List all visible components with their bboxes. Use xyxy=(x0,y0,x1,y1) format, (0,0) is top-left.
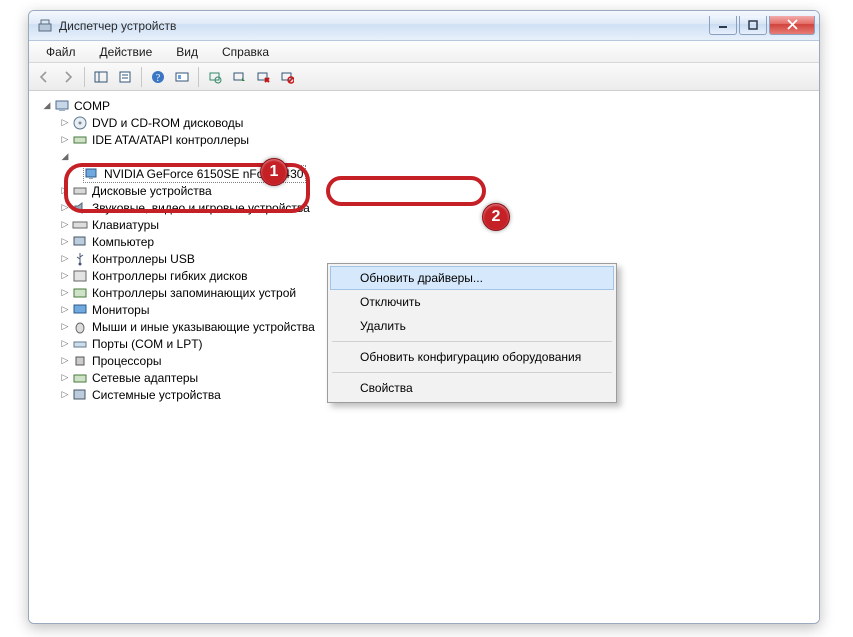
show-hidden-button[interactable] xyxy=(171,66,193,88)
floppy-controller-icon xyxy=(72,268,88,284)
context-menu: Обновить драйверы... Отключить Удалить О… xyxy=(327,263,617,403)
mouse-icon xyxy=(72,319,88,335)
tree-item-label: Контроллеры гибких дисков xyxy=(92,269,248,283)
tree-item-sound[interactable]: ▷ Звуковые, видео и игровые устройства xyxy=(41,199,819,216)
tree-item-nvidia-selected[interactable]: NVIDIA GeForce 6150SE nForce 430 xyxy=(41,165,819,182)
properties-button[interactable] xyxy=(114,66,136,88)
nav-back-button[interactable] xyxy=(33,66,55,88)
cpu-icon xyxy=(72,353,88,369)
tree-item-label: Компьютер xyxy=(92,235,154,249)
expand-icon[interactable]: ▷ xyxy=(59,185,71,197)
expand-icon[interactable]: ▷ xyxy=(59,389,71,401)
tree-item-video-adapters[interactable]: ◢ xyxy=(41,148,819,165)
network-icon xyxy=(72,370,88,386)
device-manager-window: Диспетчер устройств Файл Действие Вид Сп… xyxy=(28,10,820,624)
system-device-icon xyxy=(72,387,88,403)
minimize-button[interactable] xyxy=(709,16,737,35)
callout-badge-1: 1 xyxy=(260,158,288,186)
computer-icon xyxy=(72,234,88,250)
tree-item-label: Контроллеры USB xyxy=(92,252,195,266)
ctx-disable[interactable]: Отключить xyxy=(330,290,614,314)
tree-item-keyboards[interactable]: ▷ Клавиатуры xyxy=(41,216,819,233)
computer-icon xyxy=(54,98,70,114)
tree-root-label: COMP xyxy=(74,99,110,113)
expand-icon[interactable]: ▷ xyxy=(59,219,71,231)
nav-forward-button[interactable] xyxy=(57,66,79,88)
scan-hardware-button[interactable] xyxy=(204,66,226,88)
titlebar[interactable]: Диспетчер устройств xyxy=(29,11,819,41)
menu-action[interactable]: Действие xyxy=(89,41,164,63)
monitor-icon xyxy=(72,302,88,318)
window-title: Диспетчер устройств xyxy=(59,19,707,33)
ctx-separator xyxy=(332,341,612,342)
tree-root[interactable]: ◢ COMP xyxy=(41,97,819,114)
tree-item-label: Мониторы xyxy=(92,303,149,317)
ctx-separator xyxy=(332,372,612,373)
tree-item-label: DVD и CD-ROM дисководы xyxy=(92,116,243,130)
expand-icon[interactable]: ▷ xyxy=(59,338,71,350)
tree-item-label: Дисковые устройства xyxy=(92,184,212,198)
tree-item-label: Системные устройства xyxy=(92,388,221,402)
sound-icon xyxy=(72,200,88,216)
ctx-update-drivers[interactable]: Обновить драйверы... xyxy=(330,266,614,290)
show-hide-tree-button[interactable] xyxy=(90,66,112,88)
expand-icon[interactable]: ▷ xyxy=(59,372,71,384)
update-driver-button[interactable] xyxy=(228,66,250,88)
tree-item-computer[interactable]: ▷ Компьютер xyxy=(41,233,819,250)
expand-icon[interactable]: ▷ xyxy=(59,202,71,214)
collapse-icon[interactable]: ◢ xyxy=(59,151,71,163)
tree-item-ide[interactable]: ▷ IDE ATA/ATAPI контроллеры xyxy=(41,131,819,148)
storage-controller-icon xyxy=(72,285,88,301)
callout-badge-2: 2 xyxy=(482,203,510,231)
expand-icon[interactable]: ▷ xyxy=(59,236,71,248)
svg-text:?: ? xyxy=(156,73,161,84)
tree-item-label: Порты (COM и LPT) xyxy=(92,337,203,351)
ctx-scan-hardware[interactable]: Обновить конфигурацию оборудования xyxy=(330,345,614,369)
menu-help[interactable]: Справка xyxy=(211,41,280,63)
expand-icon[interactable]: ▷ xyxy=(59,134,71,146)
disk-icon xyxy=(72,183,88,199)
tree-item-disks[interactable]: ▷ Дисковые устройства xyxy=(41,182,819,199)
expand-icon[interactable]: ▷ xyxy=(59,270,71,282)
menubar: Файл Действие Вид Справка xyxy=(29,41,819,63)
ctx-properties[interactable]: Свойства xyxy=(330,376,614,400)
display-adapter-category-icon xyxy=(72,149,88,165)
toolbar: ? xyxy=(29,63,819,91)
tree-item-label: Звуковые, видео и игровые устройства xyxy=(92,201,310,215)
expand-icon[interactable]: ▷ xyxy=(59,321,71,333)
keyboard-icon xyxy=(72,217,88,233)
maximize-button[interactable] xyxy=(739,16,767,35)
tree-item-dvd[interactable]: ▷ DVD и CD-ROM дисководы xyxy=(41,114,819,131)
ctx-delete[interactable]: Удалить xyxy=(330,314,614,338)
expand-icon[interactable]: ▷ xyxy=(59,253,71,265)
port-icon xyxy=(72,336,88,352)
tree-item-label: Контроллеры запоминающих устрой xyxy=(92,286,296,300)
tree-item-label: IDE ATA/ATAPI контроллеры xyxy=(92,133,249,147)
expand-icon[interactable]: ▷ xyxy=(59,355,71,367)
disable-button[interactable] xyxy=(276,66,298,88)
tree-item-label: Процессоры xyxy=(92,354,162,368)
expand-icon[interactable]: ▷ xyxy=(59,287,71,299)
tree-item-label: Мыши и иные указывающие устройства xyxy=(92,320,315,334)
help-button[interactable]: ? xyxy=(147,66,169,88)
expand-icon[interactable]: ▷ xyxy=(59,117,71,129)
menu-view[interactable]: Вид xyxy=(165,41,209,63)
app-icon xyxy=(37,18,53,34)
display-adapter-icon xyxy=(84,166,100,182)
uninstall-button[interactable] xyxy=(252,66,274,88)
ide-icon xyxy=(72,132,88,148)
usb-icon xyxy=(72,251,88,267)
menu-file[interactable]: Файл xyxy=(35,41,87,63)
dvd-icon xyxy=(72,115,88,131)
tree-pane: ◢ COMP ▷ DVD и CD-ROM дисководы ▷ IDE AT… xyxy=(29,91,819,623)
expand-icon[interactable]: ▷ xyxy=(59,304,71,316)
collapse-icon[interactable]: ◢ xyxy=(41,100,53,112)
tree-item-label: Сетевые адаптеры xyxy=(92,371,198,385)
tree-item-label: Клавиатуры xyxy=(92,218,159,232)
close-button[interactable] xyxy=(769,16,815,35)
